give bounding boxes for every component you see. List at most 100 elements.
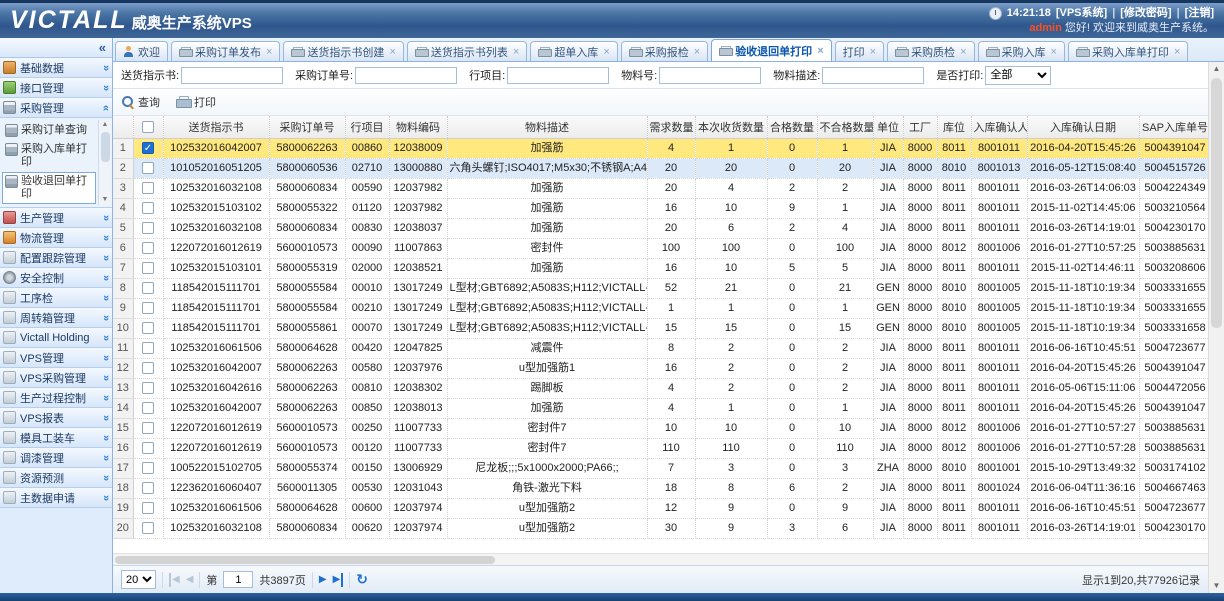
sidebar-group-production-process-control[interactable]: 生产过程控制»	[0, 388, 112, 408]
last-page-button[interactable]: ▶	[333, 573, 344, 587]
row-checkbox[interactable]	[142, 362, 154, 374]
table-row[interactable]: 410253201510310258000553220112012037982加…	[113, 198, 1208, 218]
row-checkbox[interactable]: ✓	[142, 142, 154, 154]
column-header[interactable]: 物料编码	[389, 116, 447, 138]
column-header[interactable]: 物料描述	[447, 116, 647, 138]
close-icon[interactable]: ×	[1051, 46, 1057, 58]
tab-delivery-note-list[interactable]: 送货指示书列表×	[407, 41, 527, 61]
table-row[interactable]: 1210253201604200758000622630058012037976…	[113, 358, 1208, 378]
column-header[interactable]: 合格数量	[767, 116, 817, 138]
select-all-checkbox[interactable]	[142, 121, 154, 133]
po-number-input[interactable]	[355, 67, 457, 84]
sidebar-group-interface-mgmt[interactable]: 接口管理»	[0, 78, 112, 98]
column-header[interactable]: SAP入库单号	[1139, 116, 1208, 138]
sidebar-group-master-data-request[interactable]: 主数据申请»	[0, 488, 112, 508]
row-checkbox[interactable]	[142, 462, 154, 474]
row-checkbox[interactable]	[142, 302, 154, 314]
page-size-select[interactable]: 20	[121, 570, 156, 589]
print-flag-select[interactable]: 全部	[985, 66, 1051, 85]
row-checkbox[interactable]	[142, 262, 154, 274]
table-row[interactable]: 1910253201606150658000646280060012037974…	[113, 498, 1208, 518]
row-checkbox[interactable]	[142, 322, 154, 334]
sidebar-group-logistics-mgmt[interactable]: 物流管理»	[0, 228, 112, 248]
next-page-button[interactable]: ▶	[319, 573, 327, 587]
horizontal-scrollbar[interactable]	[113, 553, 1208, 565]
row-checkbox[interactable]	[142, 402, 154, 414]
tab-delivery-note-create[interactable]: 送货指示书创建×	[283, 41, 403, 61]
row-checkbox[interactable]	[142, 222, 154, 234]
close-icon[interactable]: ×	[870, 46, 876, 58]
scroll-down-icon[interactable]: ▼	[102, 195, 109, 205]
column-header[interactable]: 送货指示书	[163, 116, 269, 138]
prev-page-button[interactable]: ◀	[186, 573, 194, 587]
row-checkbox[interactable]	[142, 382, 154, 394]
scroll-up-icon[interactable]: ▲	[1209, 62, 1224, 76]
sidebar-group-vps-reports[interactable]: VPS报表»	[0, 408, 112, 428]
table-row[interactable]: 1710052201510270558000553740015013006929…	[113, 458, 1208, 478]
delivery-note-input[interactable]	[181, 67, 283, 84]
sidebar-item-acceptance-return-print[interactable]: 验收退回单打印	[2, 172, 96, 204]
table-row[interactable]: 710253201510310158000553190200012038521加…	[113, 258, 1208, 278]
sidebar-group-paint-mgmt[interactable]: 调漆管理»	[0, 448, 112, 468]
vps-system-link[interactable]: [VPS系统]	[1056, 6, 1107, 21]
close-icon[interactable]: ×	[389, 46, 395, 58]
tab-print[interactable]: 打印×	[835, 41, 884, 61]
close-icon[interactable]: ×	[513, 46, 519, 58]
print-button[interactable]: 打印	[176, 94, 216, 110]
search-button[interactable]: 查询	[122, 94, 160, 110]
table-row[interactable]: 1011854201511170158000558610007013017249…	[113, 318, 1208, 338]
sidebar-group-turnover-box[interactable]: 周转箱管理»	[0, 308, 112, 328]
sidebar-group-security-control[interactable]: 安全控制»	[0, 268, 112, 288]
horizontal-scrollbar-thumb[interactable]	[115, 556, 495, 564]
close-icon[interactable]: ×	[694, 46, 700, 58]
line-item-input[interactable]	[507, 67, 609, 84]
vertical-scrollbar[interactable]: ▲ ▼	[1208, 62, 1224, 593]
row-checkbox[interactable]	[142, 242, 154, 254]
submenu-scrollbar[interactable]: ▲▼	[98, 120, 111, 205]
refresh-icon[interactable]: ↻	[356, 571, 368, 588]
page-number-input[interactable]	[223, 571, 253, 588]
sidebar-collapse-button[interactable]: «	[0, 38, 112, 58]
scroll-down-icon[interactable]: ▼	[1209, 579, 1224, 593]
row-checkbox[interactable]	[142, 482, 154, 494]
table-row[interactable]: 1512207201601261956000105730025011007733…	[113, 418, 1208, 438]
sidebar-item-purchase-order-query[interactable]: 采购订单查询	[2, 121, 96, 140]
table-row[interactable]: 911854201511170158000555840021013017249L…	[113, 298, 1208, 318]
column-header[interactable]: 行项目	[345, 116, 389, 138]
tab-welcome[interactable]: 欢迎	[115, 41, 168, 61]
table-row[interactable]: 510253201603210858000608340083012038037加…	[113, 218, 1208, 238]
close-icon[interactable]: ×	[817, 45, 823, 57]
column-header[interactable]: 不合格数量	[817, 116, 873, 138]
tab-over-order-inbound[interactable]: 超单入库×	[530, 41, 617, 61]
sidebar-group-vps-purchase[interactable]: VPS采购管理»	[0, 368, 112, 388]
table-row[interactable]: 1612207201601261956000105730012011007733…	[113, 438, 1208, 458]
table-row[interactable]: 1✓10253201604200758000622630086012038009…	[113, 138, 1208, 158]
tab-purchase-inbound[interactable]: 采购入库×	[978, 41, 1065, 61]
row-checkbox[interactable]	[142, 182, 154, 194]
sidebar-group-victall-holding[interactable]: Victall Holding»	[0, 328, 112, 348]
tab-purchase-order-publish[interactable]: 采购订单发布×	[171, 41, 280, 61]
sidebar-group-purchase-mgmt[interactable]: 采购管理»	[0, 98, 112, 118]
row-checkbox[interactable]	[142, 422, 154, 434]
sidebar-group-production-mgmt[interactable]: 生产管理»	[0, 208, 112, 228]
material-no-input[interactable]	[659, 67, 761, 84]
close-icon[interactable]: ×	[1174, 46, 1180, 58]
sidebar-group-mold-tooling[interactable]: 模具工装车»	[0, 428, 112, 448]
row-checkbox[interactable]	[142, 442, 154, 454]
table-row[interactable]: 1110253201606150658000646280042012047825…	[113, 338, 1208, 358]
scrollbar-thumb[interactable]	[101, 132, 110, 162]
tab-purchase-inbound-print[interactable]: 采购入库单打印×	[1068, 41, 1188, 61]
row-checkbox[interactable]	[142, 502, 154, 514]
tab-purchase-inspection[interactable]: 采购报检×	[621, 41, 708, 61]
sidebar-item-purchase-inbound-print[interactable]: 采购入库单打印	[2, 140, 96, 172]
column-header[interactable]: 单位	[873, 116, 903, 138]
table-row[interactable]: 210105201605120558000605360271013000880六…	[113, 158, 1208, 178]
column-header[interactable]: 入库确认日期	[1027, 116, 1139, 138]
column-header[interactable]: 库位	[937, 116, 971, 138]
column-header[interactable]: 需求数量	[647, 116, 695, 138]
row-checkbox[interactable]	[142, 282, 154, 294]
table-row[interactable]: 1410253201604200758000622630085012038013…	[113, 398, 1208, 418]
table-row[interactable]: 2010253201603210858000608340062012037974…	[113, 518, 1208, 538]
close-icon[interactable]: ×	[603, 46, 609, 58]
logout-link[interactable]: [注销]	[1185, 6, 1214, 21]
